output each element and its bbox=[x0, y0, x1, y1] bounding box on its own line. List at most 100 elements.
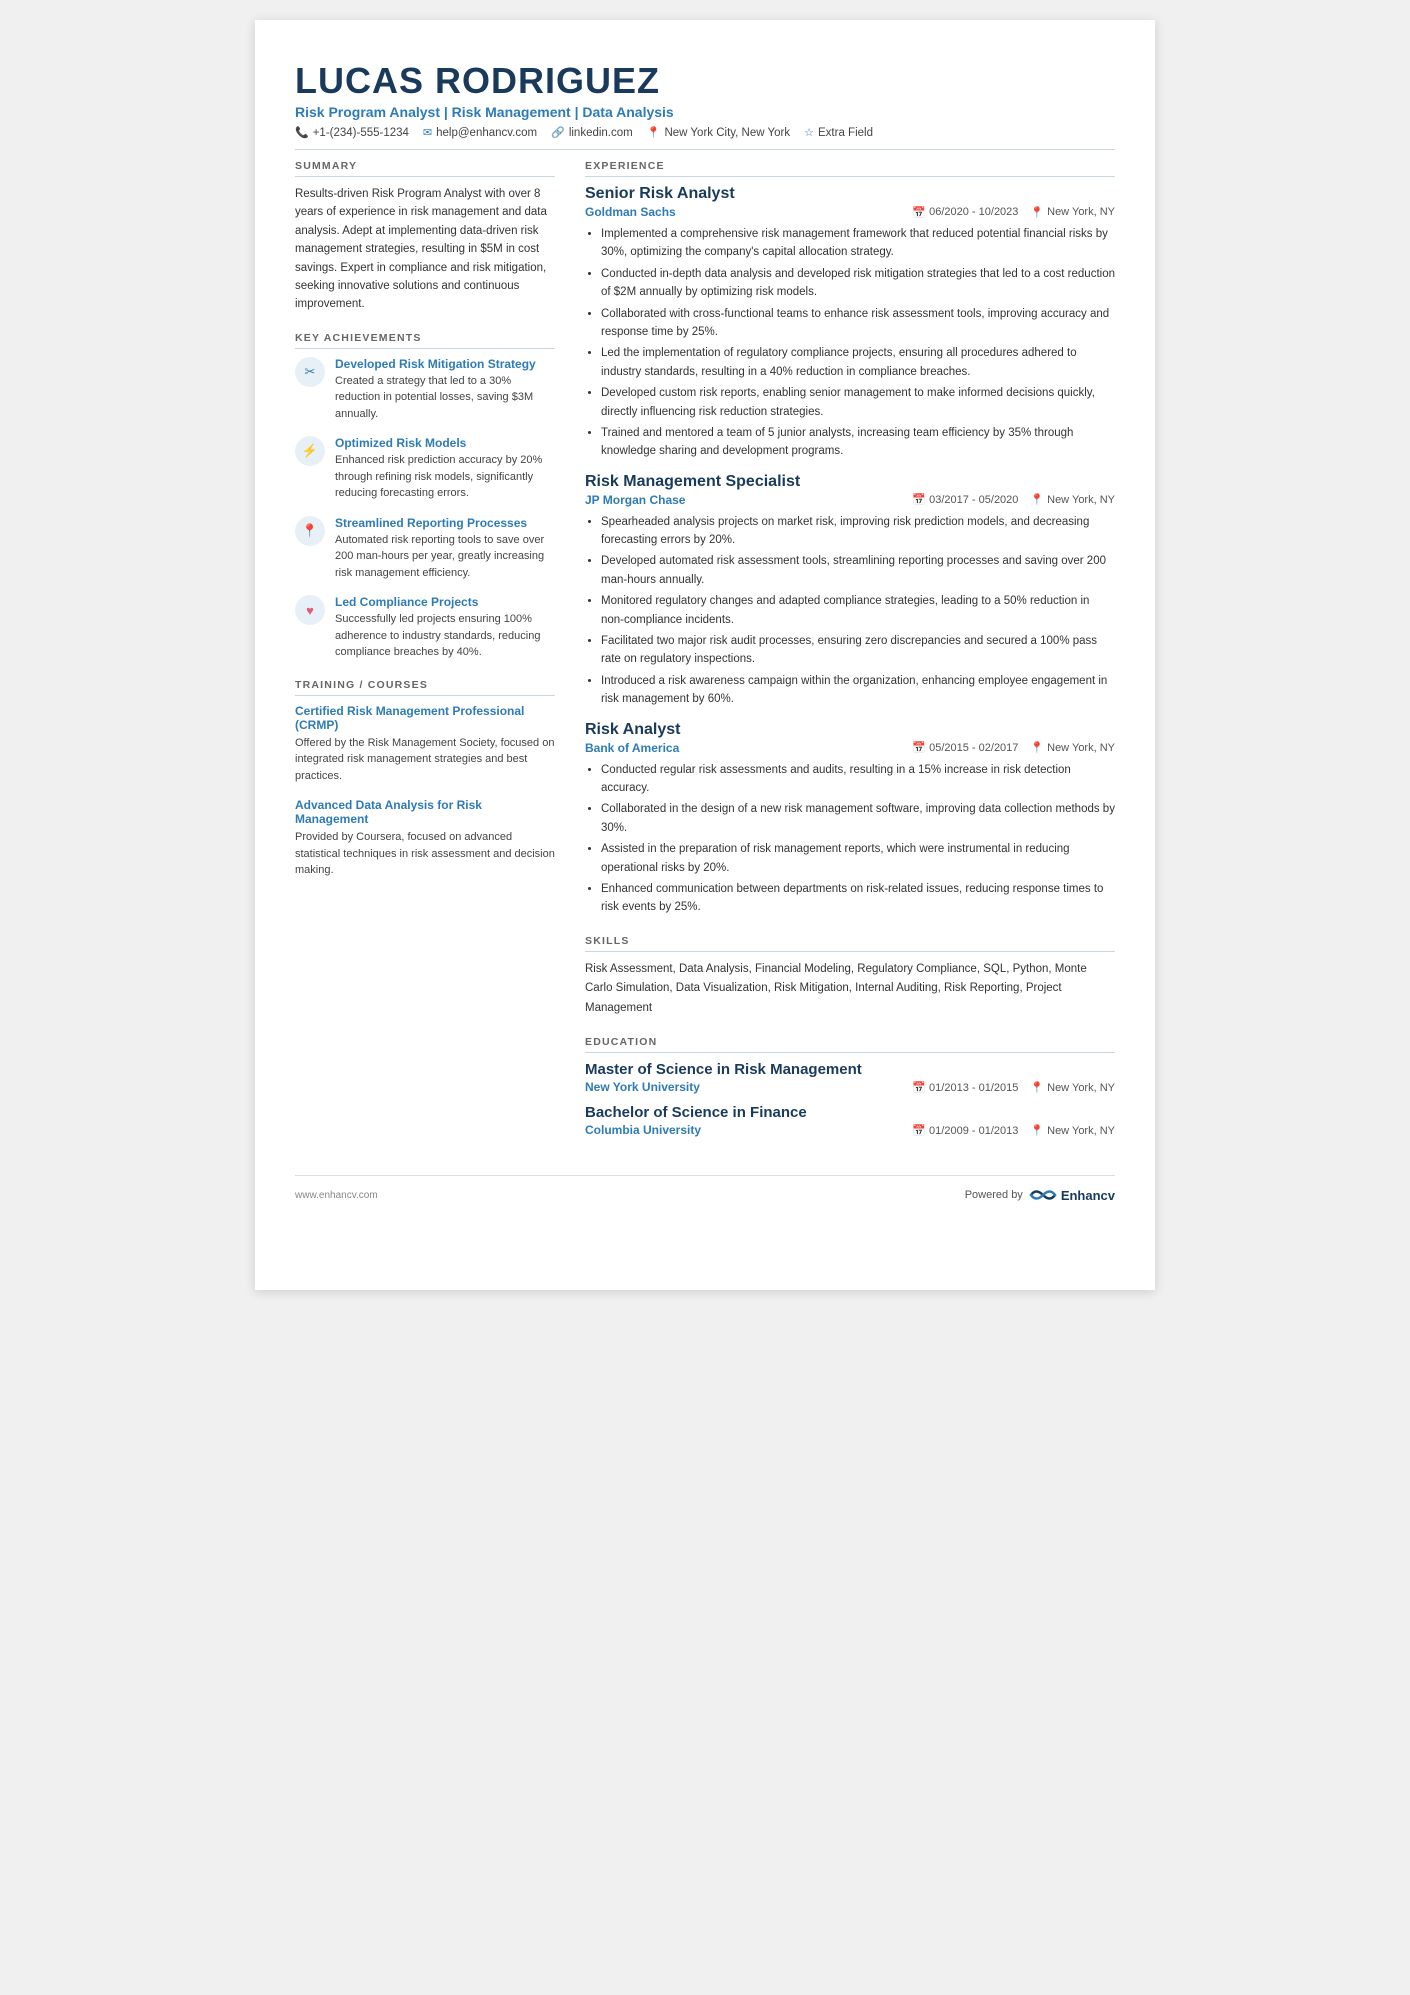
job-location-2: 📍 New York, NY bbox=[1030, 493, 1115, 506]
edu-meta-1: 📅 01/2013 - 01/2015 📍 New York, NY bbox=[912, 1081, 1115, 1094]
training-label: TRAINING / COURSES bbox=[295, 679, 555, 696]
job-date-1: 📅 06/2020 - 10/2023 bbox=[912, 206, 1018, 219]
job-bullets-3: Conducted regular risk assessments and a… bbox=[601, 761, 1115, 917]
extra-contact: ☆ Extra Field bbox=[804, 126, 873, 139]
edu-location-1: 📍 New York, NY bbox=[1030, 1081, 1115, 1094]
edu-degree-1: Master of Science in Risk Management bbox=[585, 1061, 1115, 1078]
training-section: TRAINING / COURSES Certified Risk Manage… bbox=[295, 679, 555, 879]
footer-website: www.enhancv.com bbox=[295, 1190, 378, 1201]
linkedin-icon: 🔗 bbox=[551, 126, 565, 139]
header-divider bbox=[295, 149, 1115, 150]
achievement-title-3: Streamlined Reporting Processes bbox=[335, 516, 555, 530]
powered-by-label: Powered by bbox=[965, 1189, 1023, 1201]
bullet-1-4: Led the implementation of regulatory com… bbox=[601, 344, 1115, 381]
footer: www.enhancv.com Powered by Enhancv bbox=[295, 1175, 1115, 1204]
email-contact: ✉ help@enhancv.com bbox=[423, 126, 537, 139]
training-title-1: Certified Risk Management Professional (… bbox=[295, 704, 555, 732]
header: LUCAS RODRIGUEZ Risk Program Analyst | R… bbox=[295, 60, 1115, 139]
achievement-icon-4: ♥ bbox=[295, 595, 325, 625]
bullet-3-1: Conducted regular risk assessments and a… bbox=[601, 761, 1115, 798]
achievement-title-1: Developed Risk Mitigation Strategy bbox=[335, 357, 555, 371]
footer-brand: Powered by Enhancv bbox=[965, 1186, 1115, 1204]
skills-section: SKILLS Risk Assessment, Data Analysis, F… bbox=[585, 935, 1115, 1019]
edu-calendar-icon-1: 📅 bbox=[912, 1082, 926, 1094]
edu-date-1: 📅 01/2013 - 01/2015 bbox=[912, 1081, 1018, 1094]
bullet-2-2: Developed automated risk assessment tool… bbox=[601, 552, 1115, 589]
bullet-1-3: Collaborated with cross-functional teams… bbox=[601, 305, 1115, 342]
email-icon: ✉ bbox=[423, 126, 432, 139]
location-contact: 📍 New York City, New York bbox=[647, 126, 790, 139]
achievement-title-4: Led Compliance Projects bbox=[335, 595, 555, 609]
pin-icon-3: 📍 bbox=[1030, 741, 1044, 754]
job-3: Risk Analyst Bank of America 📅 05/2015 -… bbox=[585, 721, 1115, 917]
experience-label: EXPERIENCE bbox=[585, 160, 1115, 177]
achievement-title-2: Optimized Risk Models bbox=[335, 436, 555, 450]
job-date-3: 📅 05/2015 - 02/2017 bbox=[912, 741, 1018, 754]
summary-text: Results-driven Risk Program Analyst with… bbox=[295, 185, 555, 314]
achievement-item-2: ⚡ Optimized Risk Models Enhanced risk pr… bbox=[295, 436, 555, 502]
achievements-section: KEY ACHIEVEMENTS ✂ Developed Risk Mitiga… bbox=[295, 332, 555, 661]
edu-pin-icon-2: 📍 bbox=[1030, 1125, 1044, 1137]
job-company-row-3: Bank of America 📅 05/2015 - 02/2017 📍 Ne… bbox=[585, 741, 1115, 755]
achievement-item-3: 📍 Streamlined Reporting Processes Automa… bbox=[295, 516, 555, 582]
edu-meta-2: 📅 01/2009 - 01/2013 📍 New York, NY bbox=[912, 1124, 1115, 1137]
calendar-icon-1: 📅 bbox=[912, 206, 926, 219]
job-meta-3: 📅 05/2015 - 02/2017 📍 New York, NY bbox=[912, 741, 1115, 754]
candidate-name: LUCAS RODRIGUEZ bbox=[295, 60, 1115, 102]
job-company-1: Goldman Sachs bbox=[585, 205, 676, 219]
edu-school-2: Columbia University bbox=[585, 1123, 701, 1137]
edu-school-row-2: Columbia University 📅 01/2009 - 01/2013 … bbox=[585, 1123, 1115, 1137]
contact-row: 📞 +1-(234)-555-1234 ✉ help@enhancv.com 🔗… bbox=[295, 126, 1115, 139]
bullet-3-2: Collaborated in the design of a new risk… bbox=[601, 800, 1115, 837]
summary-section: SUMMARY Results-driven Risk Program Anal… bbox=[295, 160, 555, 314]
education-label: EDUCATION bbox=[585, 1036, 1115, 1053]
training-desc-1: Offered by the Risk Management Society, … bbox=[295, 735, 555, 785]
achievement-icon-2: ⚡ bbox=[295, 436, 325, 466]
job-company-row-2: JP Morgan Chase 📅 03/2017 - 05/2020 📍 Ne… bbox=[585, 493, 1115, 507]
edu-school-row-1: New York University 📅 01/2013 - 01/2015 … bbox=[585, 1080, 1115, 1094]
job-location-3: 📍 New York, NY bbox=[1030, 741, 1115, 754]
bullet-2-1: Spearheaded analysis projects on market … bbox=[601, 513, 1115, 550]
job-meta-1: 📅 06/2020 - 10/2023 📍 New York, NY bbox=[912, 206, 1115, 219]
bullet-1-6: Trained and mentored a team of 5 junior … bbox=[601, 424, 1115, 461]
achievements-label: KEY ACHIEVEMENTS bbox=[295, 332, 555, 349]
calendar-icon-2: 📅 bbox=[912, 493, 926, 506]
edu-school-1: New York University bbox=[585, 1080, 700, 1094]
job-title-3: Risk Analyst bbox=[585, 721, 1115, 739]
bullet-3-4: Enhanced communication between departmen… bbox=[601, 880, 1115, 917]
achievement-item-1: ✂ Developed Risk Mitigation Strategy Cre… bbox=[295, 357, 555, 423]
candidate-title: Risk Program Analyst | Risk Management |… bbox=[295, 104, 1115, 120]
left-column: SUMMARY Results-driven Risk Program Anal… bbox=[295, 160, 555, 1155]
bullet-1-2: Conducted in-depth data analysis and dev… bbox=[601, 265, 1115, 302]
job-2: Risk Management Specialist JP Morgan Cha… bbox=[585, 473, 1115, 709]
pin-icon-1: 📍 bbox=[1030, 206, 1044, 219]
bullet-2-5: Introduced a risk awareness campaign wit… bbox=[601, 672, 1115, 709]
right-column: EXPERIENCE Senior Risk Analyst Goldman S… bbox=[585, 160, 1115, 1155]
resume-page: LUCAS RODRIGUEZ Risk Program Analyst | R… bbox=[255, 20, 1155, 1290]
summary-label: SUMMARY bbox=[295, 160, 555, 177]
achievement-desc-4: Successfully led projects ensuring 100% … bbox=[335, 611, 555, 661]
calendar-icon-3: 📅 bbox=[912, 741, 926, 754]
bullet-3-3: Assisted in the preparation of risk mana… bbox=[601, 840, 1115, 877]
phone-contact: 📞 +1-(234)-555-1234 bbox=[295, 126, 409, 139]
job-meta-2: 📅 03/2017 - 05/2020 📍 New York, NY bbox=[912, 493, 1115, 506]
edu-location-2: 📍 New York, NY bbox=[1030, 1124, 1115, 1137]
location-icon: 📍 bbox=[647, 126, 661, 139]
education-section: EDUCATION Master of Science in Risk Mana… bbox=[585, 1036, 1115, 1137]
job-1: Senior Risk Analyst Goldman Sachs 📅 06/2… bbox=[585, 185, 1115, 461]
edu-degree-2: Bachelor of Science in Finance bbox=[585, 1104, 1115, 1121]
job-date-2: 📅 03/2017 - 05/2020 bbox=[912, 493, 1018, 506]
training-item-2: Advanced Data Analysis for Risk Manageme… bbox=[295, 798, 555, 879]
achievement-desc-1: Created a strategy that led to a 30% red… bbox=[335, 373, 555, 423]
phone-icon: 📞 bbox=[295, 126, 309, 139]
enhancv-logo: Enhancv bbox=[1029, 1186, 1115, 1204]
job-company-2: JP Morgan Chase bbox=[585, 493, 685, 507]
edu-calendar-icon-2: 📅 bbox=[912, 1125, 926, 1137]
job-location-1: 📍 New York, NY bbox=[1030, 206, 1115, 219]
star-icon: ☆ bbox=[804, 126, 814, 139]
body-layout: SUMMARY Results-driven Risk Program Anal… bbox=[295, 160, 1115, 1155]
job-company-3: Bank of America bbox=[585, 741, 679, 755]
linkedin-contact: 🔗 linkedin.com bbox=[551, 126, 633, 139]
skills-text: Risk Assessment, Data Analysis, Financia… bbox=[585, 960, 1115, 1019]
experience-section: EXPERIENCE Senior Risk Analyst Goldman S… bbox=[585, 160, 1115, 917]
